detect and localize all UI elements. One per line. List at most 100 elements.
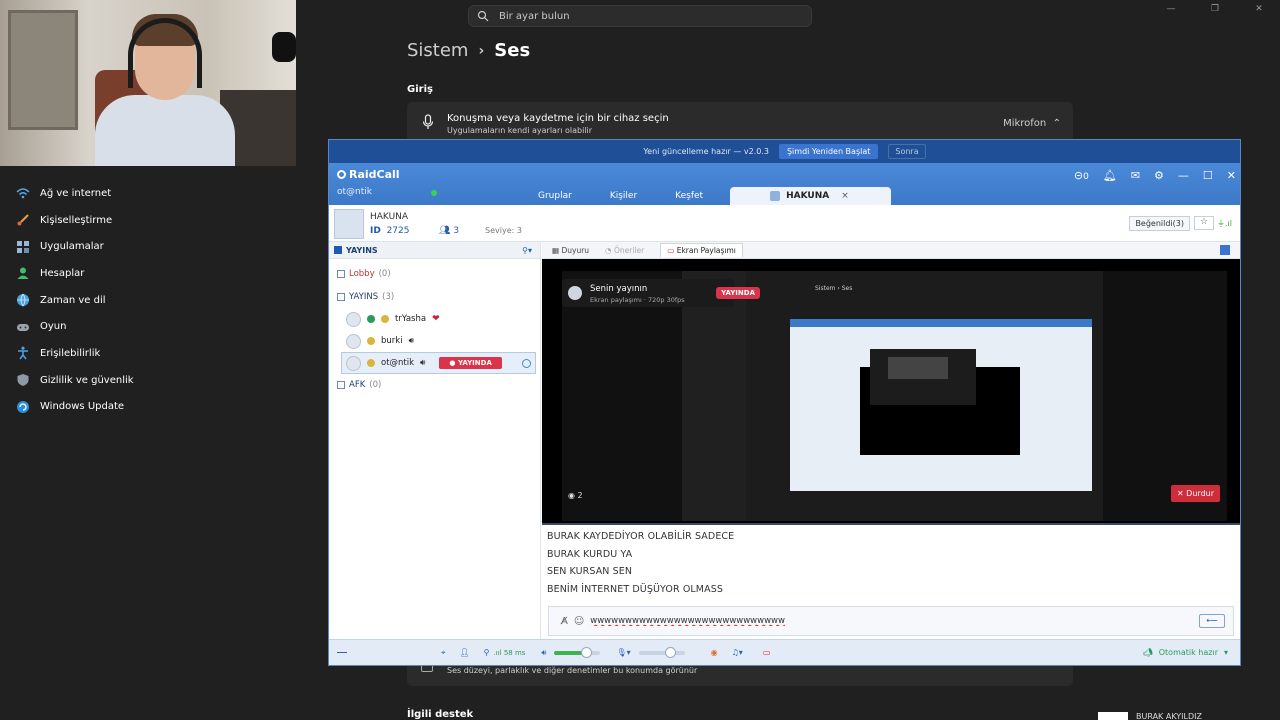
user-icon[interactable]: 👤︎ [460, 648, 470, 657]
microphone-icon [422, 114, 434, 129]
nav-item-privacy[interactable]: Gizlilik ve güvenlik [16, 367, 286, 394]
avatar [346, 355, 361, 371]
page-title: Ses [494, 40, 531, 61]
member-name: ot@ntik [381, 358, 415, 368]
headset-icon [128, 18, 202, 88]
member-otantik[interactable]: ot@ntik 🔊︎ ● YAYINDA [341, 352, 536, 374]
volume-slider[interactable] [554, 646, 601, 658]
member-burki[interactable]: burki 🔊︎ [329, 330, 540, 352]
chat-input[interactable] [590, 616, 1151, 626]
speaker-icon[interactable]: 🔊︎ [541, 648, 546, 658]
chat-message: BURAK KAYDEDİYOR OLABİLİR SADECE [547, 531, 735, 542]
channel-yayins[interactable]: YAYINS (3) [329, 286, 540, 308]
screen-share-view: Sistem › Ses Senin yayının Ekran paylaşı… [542, 259, 1240, 523]
send-button[interactable]: ⟵ [1199, 614, 1225, 628]
shared-screen-title: Sistem › Ses [815, 285, 853, 292]
group-name: HAKUNA [370, 212, 409, 222]
user-role-icon [381, 315, 389, 323]
nav-item-label: Oyun [40, 321, 67, 333]
close-tab-icon[interactable]: × [841, 191, 849, 201]
gear-icon[interactable]: ⚙ [1154, 169, 1164, 182]
heart-icon: ❤ [432, 314, 440, 324]
bell-icon[interactable]: 🔔︎ [1103, 169, 1117, 182]
record-icon[interactable]: ◉ [711, 648, 718, 657]
auto-ready-status[interactable]: 📣︎ Otomatik hazır ▾ [1143, 648, 1228, 657]
screen-icon: ▭ [667, 246, 675, 255]
input-device-value[interactable]: Mikrofon ⌃ [1003, 118, 1061, 129]
tab-suggestions[interactable]: ◔ Öneriler [605, 246, 644, 255]
user-role-icon [367, 337, 375, 345]
nested-screen-3 [888, 357, 948, 379]
tab-screen-share[interactable]: ▭ Ekran Paylaşımı [660, 243, 743, 257]
section-input-heading: Giriş [407, 84, 433, 95]
stop-stream-button[interactable]: ✕ Durdur [1170, 485, 1220, 502]
settings-search-input[interactable] [499, 10, 799, 22]
breadcrumb-parent[interactable]: Sistem [407, 40, 468, 61]
screen-share-icon[interactable]: ▭ [763, 648, 771, 657]
maximize-icon[interactable]: ☐ [1203, 169, 1213, 182]
nav-item-time-language[interactable]: Zaman ve dil [16, 287, 286, 314]
settings-search[interactable] [468, 5, 812, 27]
star-icon[interactable]: ☆ [1194, 216, 1214, 230]
group-id-label: ID [370, 226, 381, 236]
tab-contacts[interactable]: Kişiler [591, 187, 656, 205]
avatar [346, 333, 361, 349]
font-format-icon[interactable]: A̸ [561, 616, 568, 627]
mic-slider-knob[interactable] [664, 646, 676, 658]
liked-button[interactable]: Beğenildi(3) [1129, 216, 1190, 231]
member-name: burki [381, 336, 403, 346]
later-button[interactable]: Sonra [888, 144, 926, 159]
window-controls: — ❐ ✕ [1164, 4, 1266, 14]
emoji-icon[interactable]: ☺ [574, 616, 584, 627]
microphone-icon[interactable]: 🎙︎▾ [616, 648, 630, 657]
mic-slider[interactable] [638, 646, 685, 658]
channel-count: (0) [369, 380, 382, 390]
current-user[interactable]: ot@ntik [337, 187, 372, 197]
coin-icon[interactable]: ⊝0 [1074, 169, 1089, 182]
minimize-button[interactable]: — [1164, 4, 1178, 14]
close-icon[interactable]: ✕ [1227, 169, 1236, 182]
lower-card-text: Ses düzeyi, parlaklık ve diğer denetimle… [447, 666, 698, 675]
member-tryasha[interactable]: trYasha ❤ [329, 308, 540, 330]
location-icon[interactable]: ⌖ [441, 648, 446, 658]
nav-item-gaming[interactable]: Oyun [16, 313, 286, 340]
main-panel: ▦ Duyuru ◔ Öneriler ▭ Ekran Paylaşımı Si… [542, 242, 1240, 639]
nav-item-accounts[interactable]: Hesaplar [16, 260, 286, 287]
viewer-count-value: 2 [577, 491, 583, 500]
online-status-icon[interactable] [431, 190, 437, 196]
channel-icon [337, 381, 345, 389]
search-icon[interactable]: ⚲ [484, 648, 490, 657]
tab-hakuna[interactable]: HAKUNA × [730, 187, 891, 205]
calendar-icon[interactable] [1220, 245, 1230, 255]
music-icon[interactable]: ♫▾ [732, 648, 743, 657]
nav-item-personalization[interactable]: Kişiselleştirme [16, 207, 286, 234]
restart-now-button[interactable]: Şimdi Yeniden Başlat [778, 144, 879, 159]
maximize-button[interactable]: ❐ [1208, 4, 1222, 14]
streamer-logo [1098, 712, 1128, 720]
nav-item-windows-update[interactable]: Windows Update [16, 394, 286, 421]
update-text: Yeni güncelleme hazır — v2.0.3 [643, 147, 769, 156]
nav-item-accessibility[interactable]: Erişilebilirlik [16, 340, 286, 367]
mail-icon[interactable]: ✉ [1131, 169, 1140, 182]
volume-slider-knob[interactable] [580, 646, 592, 658]
tab-groups[interactable]: Gruplar [519, 187, 591, 205]
shared-raidcall-window [790, 319, 1092, 491]
nav-item-apps[interactable]: Uygulamalar [16, 233, 286, 260]
channel-menu-icon[interactable]: ⚲▾ [522, 246, 532, 255]
channel-lobby[interactable]: Lobby (0) [329, 263, 540, 285]
webcam-person-body [95, 95, 235, 166]
coin-count: 0 [1083, 172, 1089, 182]
nav-item-network[interactable]: Ağ ve internet [16, 180, 286, 207]
collapse-icon[interactable] [337, 652, 347, 653]
tab-discover[interactable]: Keşfet [656, 187, 722, 205]
close-button[interactable]: ✕ [1252, 4, 1266, 14]
channel-afk[interactable]: AFK (0) [329, 374, 540, 396]
minimize-icon[interactable]: — [1178, 169, 1189, 182]
gamepad-icon [17, 323, 29, 331]
input-device-card[interactable]: Konuşma veya kaydetme için bir cihaz seç… [407, 102, 1073, 142]
input-card-subtitle: Uygulamaların kendi ayarları olabilir [447, 126, 593, 135]
apps-icon [17, 240, 29, 253]
streamer-name-tag: BURAK AKYILDIZ [1098, 712, 1202, 720]
channel-icon [337, 270, 345, 278]
tab-announcement[interactable]: ▦ Duyuru [552, 246, 589, 255]
